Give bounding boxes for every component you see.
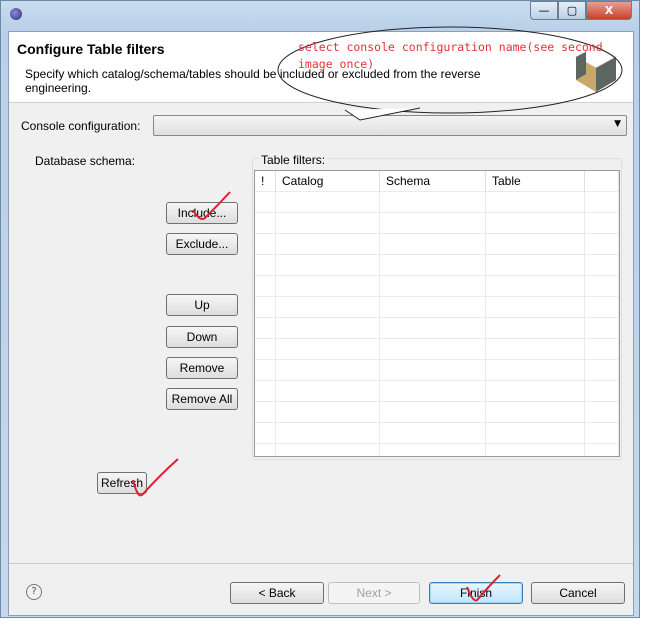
up-button[interactable]: Up <box>166 294 238 316</box>
dialog-client: Configure Table filters Specify which ca… <box>8 31 634 616</box>
chevron-down-icon: ▼ <box>614 119 621 129</box>
exclude-button[interactable]: Exclude... <box>166 233 238 255</box>
close-button[interactable]: X <box>586 1 632 20</box>
table-empty-row <box>255 191 619 213</box>
table-filters-label: Table filters: <box>259 153 328 167</box>
database-schema-label: Database schema: <box>35 154 136 168</box>
next-button[interactable]: Next > <box>328 582 420 604</box>
table-header-row: ! Catalog Schema Table <box>255 171 619 192</box>
table-empty-row <box>255 359 619 381</box>
finish-button[interactable]: Finish <box>429 582 523 604</box>
cancel-button[interactable]: Cancel <box>531 582 625 604</box>
footer-separator <box>9 563 633 564</box>
refresh-button[interactable]: Refresh <box>97 472 147 494</box>
table-empty-row <box>255 212 619 234</box>
dialog-window: — ▢ X Configure Table filters Specify wh… <box>0 0 640 618</box>
table-empty-row <box>255 233 619 255</box>
back-button[interactable]: < Back <box>230 582 324 604</box>
table-empty-row <box>255 254 619 276</box>
page-title: Configure Table filters <box>17 41 165 57</box>
table-empty-row <box>255 422 619 444</box>
minimize-button[interactable]: — <box>530 1 558 20</box>
down-button[interactable]: Down <box>166 326 238 348</box>
table-empty-row <box>255 401 619 423</box>
annotation-text: select console configuration name(see se… <box>298 40 603 71</box>
remove-button[interactable]: Remove <box>166 357 238 379</box>
console-configuration-label: Console configuration: <box>21 119 141 133</box>
remove-all-button[interactable]: Remove All <box>166 388 238 410</box>
eclipse-icon <box>10 8 22 20</box>
help-button[interactable]: ? <box>26 584 42 600</box>
column-header-schema[interactable]: Schema <box>379 171 486 192</box>
table-empty-row <box>255 296 619 318</box>
table-filters-table[interactable]: ! Catalog Schema Table <box>254 170 620 457</box>
column-header-table[interactable]: Table <box>485 171 585 192</box>
console-configuration-select[interactable]: ▼ <box>153 115 627 136</box>
table-empty-row <box>255 443 619 456</box>
table-empty-row <box>255 338 619 360</box>
column-header-catalog[interactable]: Catalog <box>275 171 380 192</box>
table-empty-row <box>255 275 619 297</box>
column-header-flag[interactable]: ! <box>255 171 276 192</box>
table-empty-row <box>255 380 619 402</box>
maximize-button[interactable]: ▢ <box>558 1 586 20</box>
table-empty-row <box>255 317 619 339</box>
include-button[interactable]: Include... <box>166 202 238 224</box>
database-schema-tree[interactable] <box>27 152 155 460</box>
